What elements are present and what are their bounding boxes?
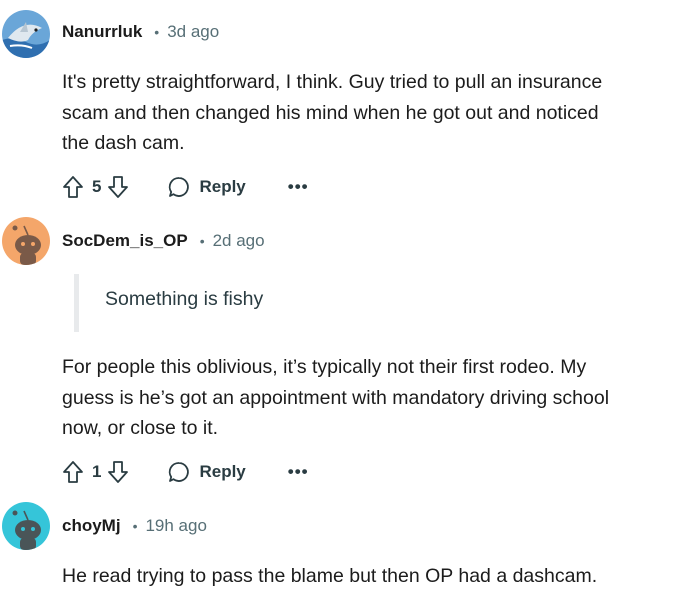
comment-line: For people this oblivious, it’s typicall…	[62, 356, 587, 378]
downvote-button[interactable]	[107, 175, 129, 199]
comment-timestamp[interactable]: 3d ago	[167, 22, 219, 42]
comment-author[interactable]: Nanurrluk	[62, 22, 142, 42]
vote-count: 5	[92, 177, 102, 196]
comment-line: It's pretty straightforward, I think. Gu…	[62, 71, 603, 93]
comment-line: scam and then changed his mind when he g…	[62, 101, 599, 124]
snoo-teal-avatar-icon[interactable]	[2, 502, 50, 550]
comment-actions: 1 Reply •••	[62, 457, 309, 487]
upvote-icon	[63, 176, 83, 198]
comment-body: For people this oblivious, it’s typicall…	[62, 352, 682, 444]
upvote-button[interactable]	[62, 175, 84, 199]
downvote-icon	[108, 176, 129, 198]
comment-body: It's pretty straightforward, I think. Gu…	[62, 67, 682, 159]
speech-bubble-icon	[169, 177, 190, 197]
meta-separator: •	[199, 233, 205, 249]
speech-bubble-icon	[169, 462, 190, 482]
shark-avatar-icon[interactable]	[2, 10, 50, 58]
block-quote: Something is fishy	[74, 274, 679, 332]
upvote-button[interactable]	[62, 460, 84, 484]
reply-button[interactable]: Reply	[167, 460, 246, 484]
more-options-button[interactable]: •••	[288, 177, 309, 197]
vote-count: 1	[92, 462, 102, 481]
reply-button[interactable]: Reply	[167, 175, 246, 199]
comment-author[interactable]: SocDem_is_OP	[62, 231, 188, 251]
comment-author[interactable]: choyMj	[62, 516, 121, 536]
comment-line: the dash cam.	[62, 132, 185, 154]
comment-line: guess is he’s got an appointment with ma…	[62, 386, 610, 409]
comment-timestamp[interactable]: 2d ago	[213, 231, 265, 251]
reply-label: Reply	[199, 462, 246, 481]
meta-separator: •	[154, 24, 160, 40]
snoo-orange-avatar-icon[interactable]	[2, 217, 50, 265]
comment-line: now, or close to it.	[62, 417, 219, 439]
comment-actions: 5 Reply •••	[62, 172, 309, 202]
downvote-button[interactable]	[107, 460, 129, 484]
meta-separator: •	[132, 518, 138, 534]
comment-body: He read trying to pass the blame but the…	[62, 561, 682, 592]
quote-text: Something is fishy	[105, 288, 264, 310]
downvote-icon	[108, 461, 129, 483]
comment-timestamp[interactable]: 19h ago	[145, 516, 206, 536]
reply-label: Reply	[199, 177, 246, 196]
more-options-button[interactable]: •••	[288, 462, 309, 482]
comment-line: He read trying to pass the blame but the…	[62, 565, 598, 587]
upvote-icon	[63, 461, 83, 483]
